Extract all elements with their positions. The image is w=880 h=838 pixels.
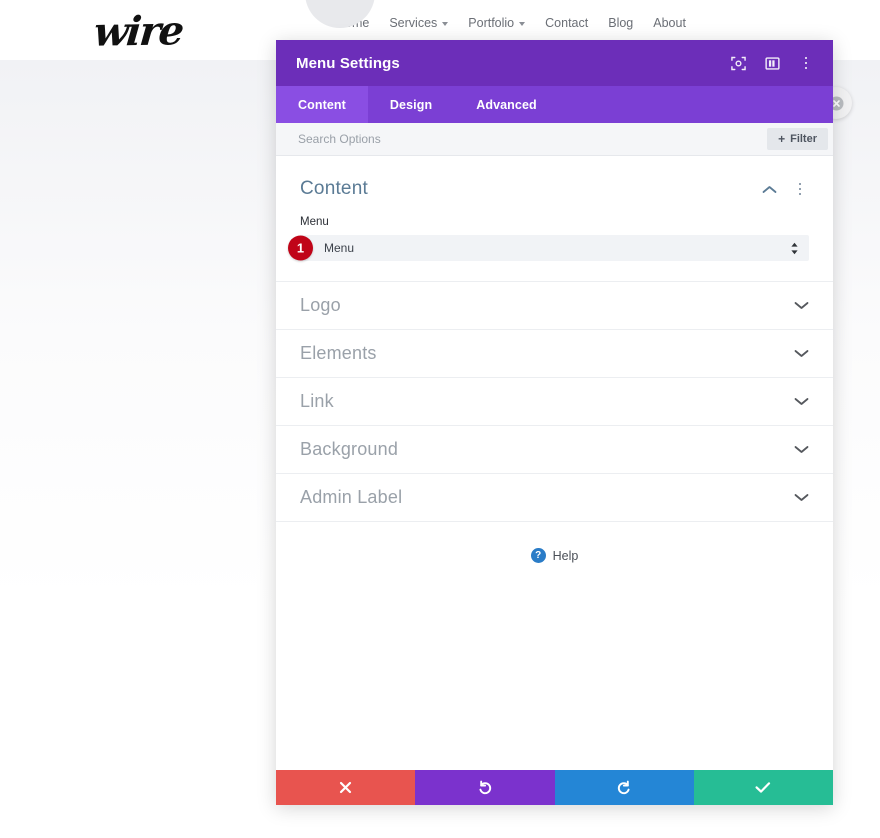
undo-button[interactable] bbox=[415, 770, 555, 805]
help-label: Help bbox=[552, 548, 579, 563]
modal-footer-actions bbox=[276, 770, 833, 805]
section-content-header: Content bbox=[300, 178, 809, 200]
select-spinner-icon bbox=[790, 242, 799, 255]
nav-label: Contact bbox=[545, 16, 589, 30]
site-logo: wire bbox=[91, 7, 185, 56]
chevron-down-icon[interactable] bbox=[794, 445, 809, 454]
section-content-tools bbox=[762, 180, 809, 198]
menu-settings-modal: Menu Settings Content Design Advanced Se… bbox=[276, 40, 833, 805]
undo-icon bbox=[479, 780, 492, 794]
section-background-title: Background bbox=[300, 439, 399, 459]
redo-icon bbox=[617, 780, 630, 794]
tab-design[interactable]: Design bbox=[368, 86, 454, 123]
section-elements-title: Elements bbox=[300, 343, 377, 363]
more-vertical-icon[interactable] bbox=[797, 54, 815, 72]
menu-select[interactable]: Menu bbox=[300, 235, 809, 261]
tab-content[interactable]: Content bbox=[276, 86, 368, 123]
menu-select-wrapper: 1 Menu bbox=[288, 235, 809, 261]
modal-body: Content Menu 1 Menu Logo Elements Link B… bbox=[276, 156, 833, 770]
chevron-down-icon[interactable] bbox=[794, 493, 809, 502]
section-logo-title: Logo bbox=[300, 295, 341, 315]
modal-header-actions bbox=[729, 54, 815, 72]
chevron-down-icon[interactable] bbox=[794, 301, 809, 310]
nav-label: Blog bbox=[608, 16, 634, 30]
screen-root: wire Home Services Portfolio Contact Blo… bbox=[0, 0, 880, 838]
redo-button[interactable] bbox=[554, 770, 694, 805]
split-layout-icon[interactable] bbox=[763, 54, 781, 72]
more-vertical-icon[interactable] bbox=[791, 180, 809, 198]
section-link-title: Link bbox=[300, 391, 334, 411]
save-button[interactable] bbox=[693, 770, 833, 805]
section-content-title: Content bbox=[300, 178, 368, 199]
site-navigation: Home Services Portfolio Contact Blog Abo… bbox=[336, 16, 686, 30]
close-x-icon bbox=[340, 781, 352, 794]
checkmark-icon bbox=[755, 782, 771, 793]
modal-tabs: Content Design Advanced bbox=[276, 86, 833, 123]
step-badge-1: 1 bbox=[288, 235, 313, 261]
nav-label: About bbox=[653, 16, 686, 30]
nav-item-portfolio[interactable]: Portfolio bbox=[468, 16, 526, 30]
help-link[interactable]: ? Help bbox=[276, 522, 833, 563]
section-logo[interactable]: Logo bbox=[276, 282, 833, 330]
nav-item-contact[interactable]: Contact bbox=[545, 16, 588, 30]
chevron-down-icon[interactable] bbox=[794, 349, 809, 358]
cancel-button[interactable] bbox=[276, 770, 416, 805]
section-admin-label-title: Admin Label bbox=[300, 487, 403, 507]
section-link[interactable]: Link bbox=[276, 378, 833, 426]
search-bar: + Filter bbox=[276, 123, 833, 156]
filter-label: Filter bbox=[790, 133, 817, 145]
help-question-icon: ? bbox=[530, 548, 546, 563]
plus-icon: + bbox=[778, 132, 786, 146]
tab-advanced[interactable]: Advanced bbox=[454, 86, 559, 123]
nav-label: Services bbox=[389, 16, 438, 30]
nav-item-about[interactable]: About bbox=[653, 16, 686, 30]
modal-title: Menu Settings bbox=[296, 54, 400, 72]
chevron-down-icon bbox=[442, 22, 449, 26]
search-input[interactable] bbox=[298, 132, 768, 146]
modal-header: Menu Settings bbox=[276, 40, 833, 86]
chevron-up-icon[interactable] bbox=[762, 185, 777, 194]
chevron-down-icon bbox=[519, 22, 526, 26]
section-background[interactable]: Background bbox=[276, 426, 833, 474]
chevron-down-icon[interactable] bbox=[794, 397, 809, 406]
section-admin-label[interactable]: Admin Label bbox=[276, 474, 833, 522]
filter-button[interactable]: + Filter bbox=[767, 128, 828, 150]
nav-item-blog[interactable]: Blog bbox=[608, 16, 633, 30]
focus-target-icon[interactable] bbox=[729, 54, 747, 72]
nav-item-services[interactable]: Services bbox=[389, 16, 449, 30]
menu-field-label: Menu bbox=[300, 216, 329, 228]
section-content: Content Menu 1 Menu bbox=[276, 156, 833, 282]
menu-select-value: Menu bbox=[324, 241, 355, 255]
nav-label: Portfolio bbox=[468, 16, 515, 30]
section-elements[interactable]: Elements bbox=[276, 330, 833, 378]
